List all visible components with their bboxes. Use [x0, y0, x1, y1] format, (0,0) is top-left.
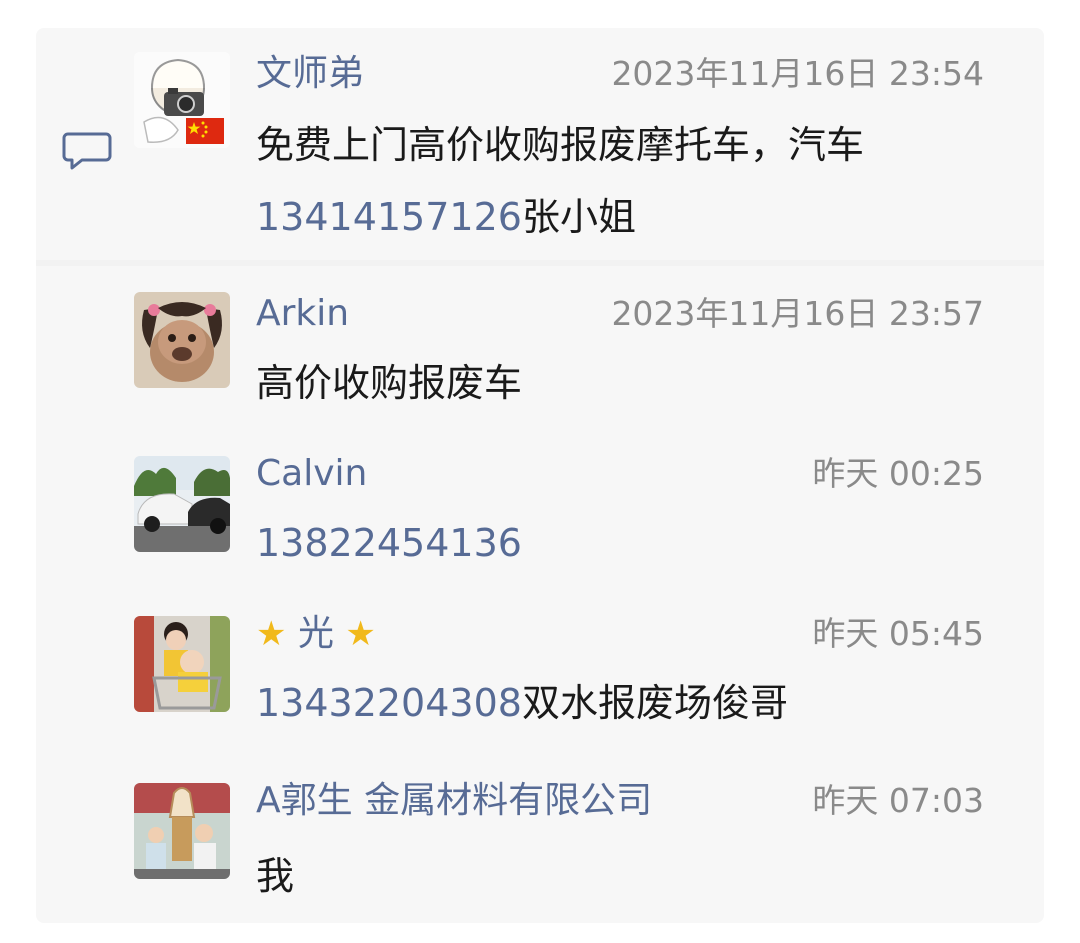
avatar[interactable]	[134, 456, 230, 552]
comment-text: 免费上门高价收购报废摩托车，汽车	[256, 123, 865, 167]
star-emoji-icon: ★	[256, 614, 287, 654]
comment-text: 我	[256, 854, 295, 898]
comment-item[interactable]: Arkin 2023年11月16日 23:57 高价收购报废车	[36, 266, 1044, 426]
commenter-name[interactable]: ★ 光 ★	[256, 612, 376, 656]
star-emoji-icon: ★	[345, 614, 376, 654]
phone-link[interactable]: 13822454136	[256, 521, 522, 565]
comment-item[interactable]: A郭生 金属材料有限公司 昨天 07:03 我	[36, 753, 1044, 913]
comment-text: 13432204308双水报废场俊哥	[256, 680, 788, 726]
comment-text: 13822454136	[256, 520, 522, 566]
avatar[interactable]	[134, 783, 230, 879]
comment-text: 高价收购报废车	[256, 361, 523, 405]
comment-time: 昨天 00:25	[812, 454, 984, 493]
avatar[interactable]	[134, 292, 230, 388]
comment-time: 昨天 07:03	[812, 781, 984, 820]
comment-time: 昨天 05:45	[812, 614, 984, 653]
phone-link[interactable]: 13432204308	[256, 681, 522, 725]
commenter-name[interactable]: Calvin	[256, 452, 367, 496]
avatar[interactable]	[134, 616, 230, 712]
commenter-name[interactable]: 文师弟	[256, 52, 364, 96]
comment-item[interactable]: Calvin 昨天 00:25 13822454136	[36, 426, 1044, 586]
avatar[interactable]	[134, 52, 230, 148]
comment-time: 2023年11月16日 23:57	[611, 294, 984, 333]
comment-text-suffix: 双水报废场俊哥	[521, 681, 788, 725]
comments-panel: 文师弟 2023年11月16日 23:54 免费上门高价收购报废摩托车，汽车 1…	[36, 28, 1044, 923]
comment-text-line2: 13414157126张小姐	[256, 194, 636, 240]
comment-text-suffix: 张小姐	[521, 195, 636, 239]
comment-item[interactable]: ★ 光 ★ 昨天 05:45 13432204308双水报废场俊哥	[36, 586, 1044, 746]
phone-link[interactable]: 13414157126	[256, 195, 522, 239]
comment-item[interactable]: 文师弟 2023年11月16日 23:54 免费上门高价收购报废摩托车，汽车 1…	[36, 28, 1044, 260]
commenter-name[interactable]: Arkin	[256, 292, 349, 336]
comment-time: 2023年11月16日 23:54	[611, 54, 984, 93]
commenter-name[interactable]: A郭生 金属材料有限公司	[256, 779, 652, 823]
